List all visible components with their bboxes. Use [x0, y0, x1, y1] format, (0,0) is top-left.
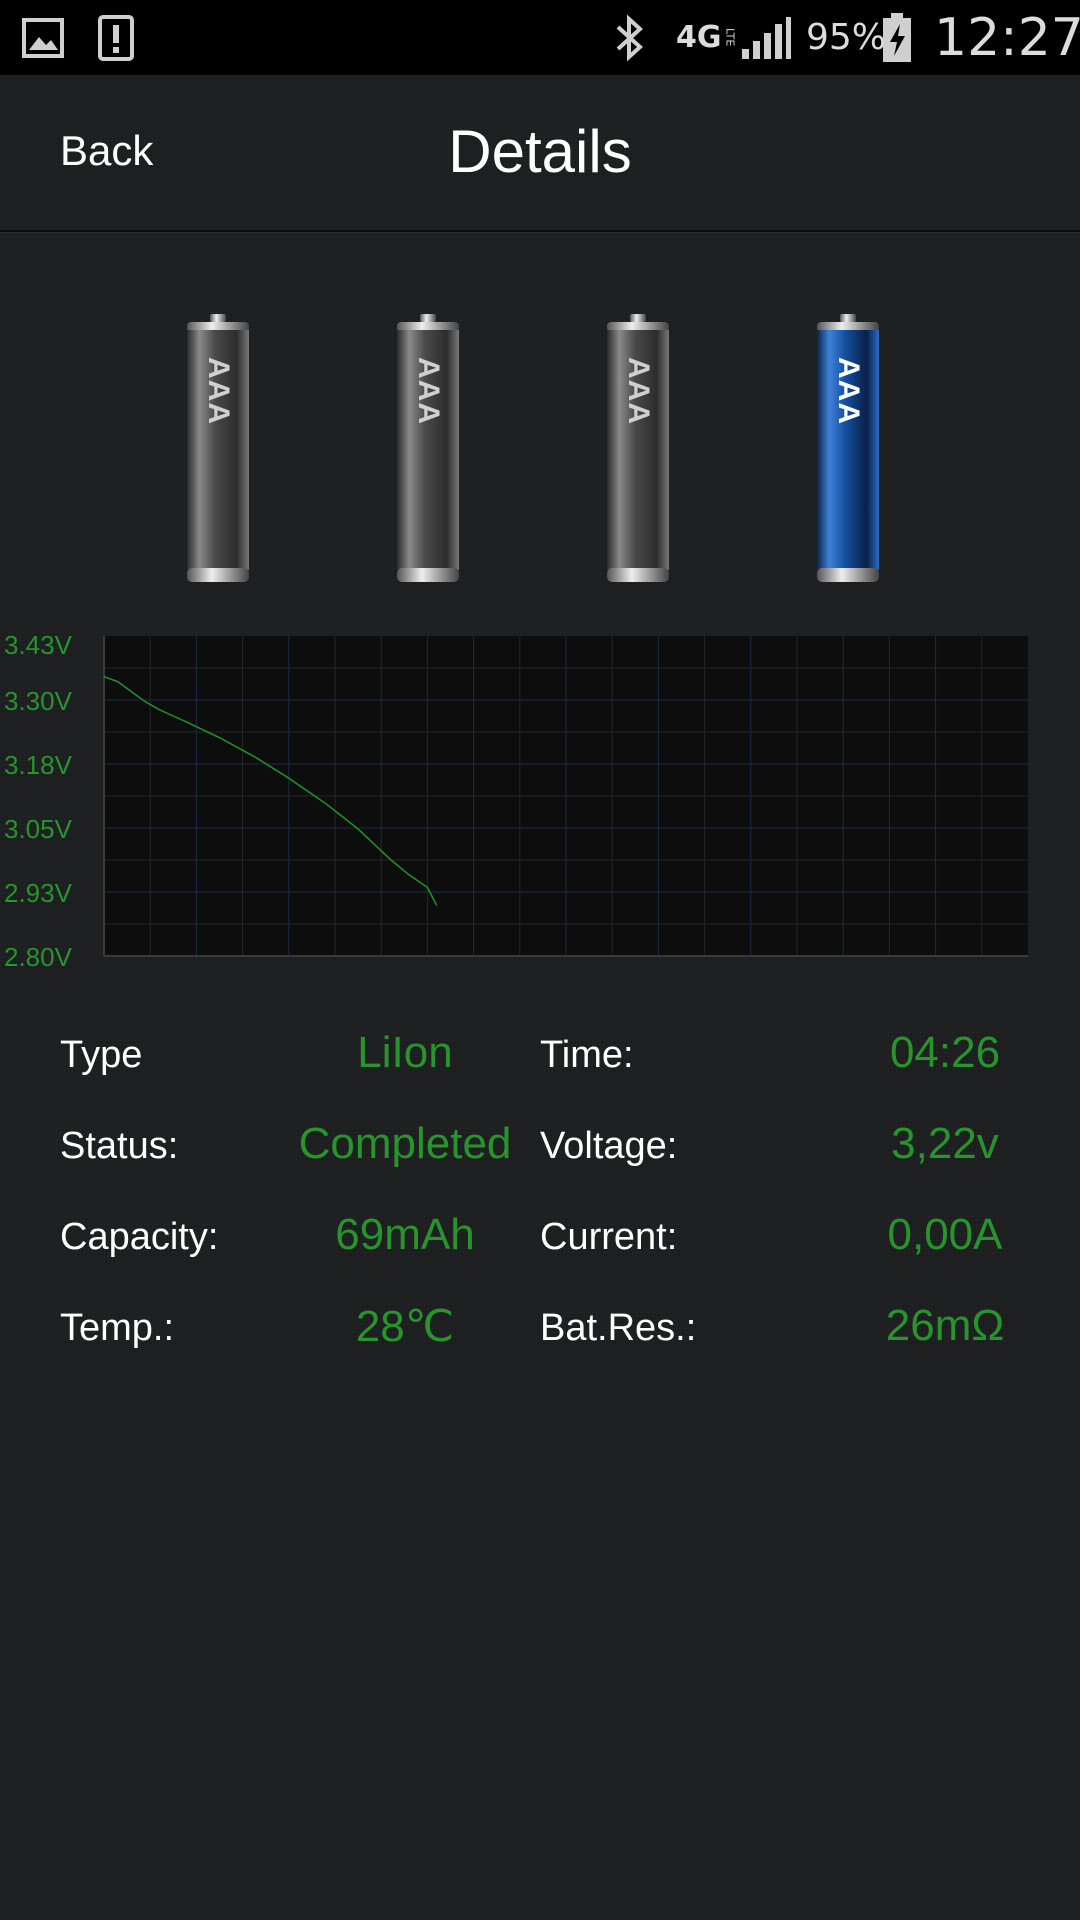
temp-label: Temp.: [60, 1307, 175, 1349]
y-tick-label: 2.93V [4, 878, 73, 908]
battery-resistance-value: 26mΩ [885, 1301, 1005, 1350]
time-value: 04:26 [889, 1028, 1001, 1077]
status-label: Status: [60, 1125, 179, 1167]
voltage-label: Voltage: [540, 1125, 678, 1167]
battery-label: AAA [202, 357, 235, 425]
battery-slot-3[interactable]: AAA [604, 314, 672, 586]
y-tick-label: 3.05V [4, 814, 73, 844]
capacity-value: 69mAh [335, 1210, 475, 1259]
battery-slot-4-selected[interactable]: AAA [814, 314, 882, 586]
type-value: LiIon [357, 1028, 453, 1077]
alert-icon [98, 0, 134, 75]
battery-label: AAA [832, 357, 865, 425]
battery-slot-1[interactable]: AAA [184, 314, 252, 586]
status-bar: 4G LTE 95% 12:27 [0, 0, 1080, 75]
time-label: Time: [540, 1034, 634, 1076]
voltage-value: 3,22v [891, 1119, 999, 1168]
current-label: Current: [540, 1216, 678, 1258]
status-value: Completed [298, 1119, 512, 1168]
battery-resistance-label: Bat.Res.: [540, 1307, 697, 1349]
network-label: 4G [676, 20, 722, 55]
signal-icon [740, 0, 792, 75]
battery-label: AAA [412, 357, 445, 425]
battery-percent: 95% [806, 17, 887, 58]
bluetooth-icon [612, 0, 648, 75]
network-sub-label: LTE [723, 28, 737, 47]
battery-label: AAA [622, 357, 655, 425]
y-tick-label: 3.18V [4, 750, 73, 780]
y-tick-label: 3.30V [4, 686, 73, 716]
page-title: Details [448, 118, 632, 185]
y-tick-label: 2.80V [4, 942, 73, 968]
gallery-icon [22, 0, 64, 75]
temp-value: 28℃ [355, 1302, 455, 1351]
type-label: Type [60, 1034, 143, 1076]
capacity-label: Capacity: [60, 1216, 219, 1258]
current-value: 0,00A [887, 1210, 1003, 1259]
clock: 12:27 [934, 7, 1080, 68]
y-tick-label: 3.43V [4, 630, 73, 660]
voltage-chart: 3.43V 3.30V 3.18V 3.05V 2.93V 2.80V [4, 630, 1028, 968]
4g-lte-icon: 4G LTE [676, 0, 737, 75]
header-bar: Back Details [0, 75, 1080, 232]
battery-charging-icon [882, 0, 912, 75]
battery-slot-2[interactable]: AAA [394, 314, 462, 586]
